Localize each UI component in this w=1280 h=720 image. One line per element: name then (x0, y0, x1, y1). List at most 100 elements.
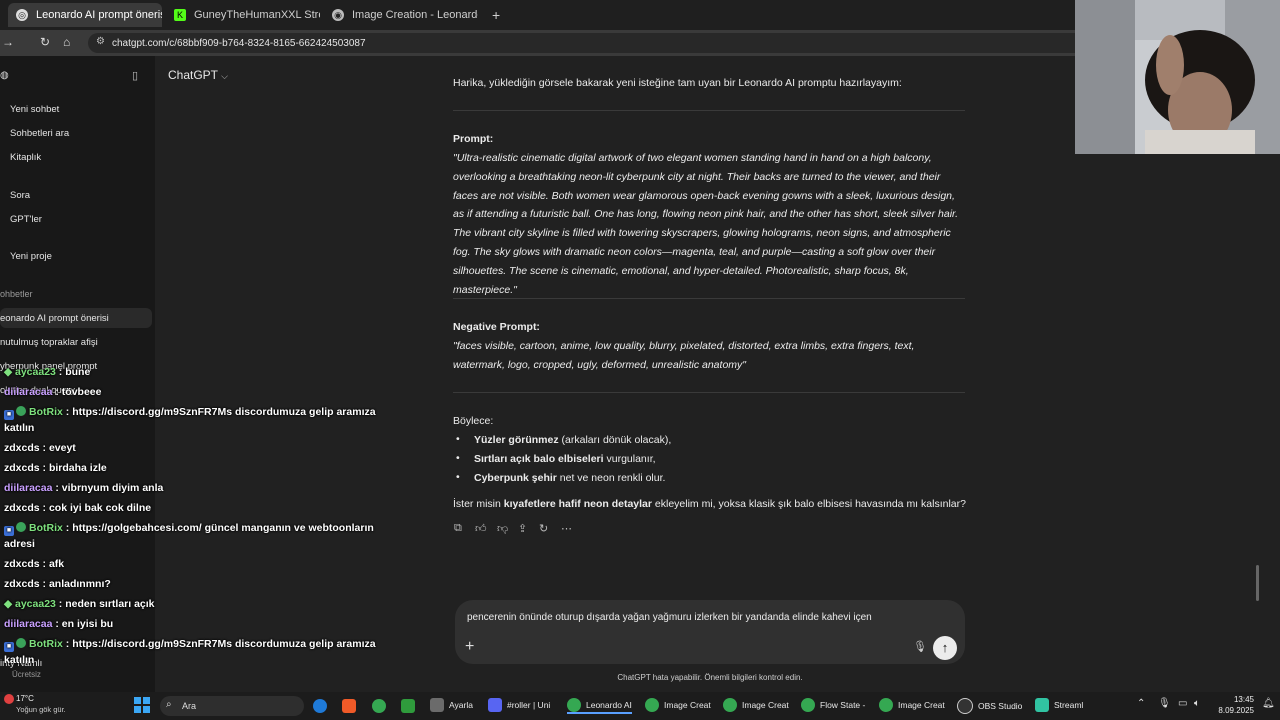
chat-message: zdxcds : birdaha izle (4, 462, 107, 474)
more-options-icon[interactable]: ⋯ (561, 522, 572, 535)
taskbar-app-image-creat[interactable]: Image Creat (879, 698, 945, 712)
chrome-icon[interactable] (372, 699, 386, 713)
clock-date[interactable]: 8.09.2025 (1204, 706, 1254, 715)
network-icon[interactable]: ▭ (1178, 698, 1187, 709)
forward-icon[interactable]: → (2, 35, 14, 49)
summary-label: Böylece: (453, 415, 494, 427)
xbox-icon[interactable] (401, 699, 415, 713)
chat-message: zdxcds : eveyt (4, 442, 76, 454)
chat-item[interactable]: nutulmuş topraklar afişi (0, 337, 98, 348)
openai-logo-icon[interactable]: ◍ (0, 70, 9, 81)
taskbar-app-obs[interactable]: OBS Studio (957, 698, 1022, 714)
scrollbar[interactable] (1256, 565, 1259, 601)
regenerate-icon[interactable]: ↻ (539, 522, 548, 535)
sidebar-toggle-icon[interactable]: ▯ (132, 69, 138, 82)
chat-item[interactable]: eonardo AI prompt önerisi (0, 313, 109, 324)
tab-stream[interactable]: K GuneyTheHumanXXL Stream - ✕ (166, 3, 320, 27)
chevron-down-icon: ⌵ (221, 71, 228, 81)
windows-start-icon[interactable] (134, 697, 150, 713)
sidebar-item-new-project[interactable]: Yeni proje (10, 251, 52, 262)
reload-icon[interactable]: ↻ (40, 35, 50, 49)
arrow-up-icon: ↑ (941, 640, 949, 655)
settings-icon (430, 698, 444, 712)
divider (453, 298, 965, 299)
negative-prompt-text: "faces visible, cartoon, anime, low qual… (453, 340, 915, 371)
microphone-icon[interactable]: 🎙︎ (913, 640, 927, 653)
chat-message: ◆ aycaa23 : neden sırtları açık (4, 598, 155, 610)
chat-message: ■ BotRix : https://discord.gg/m9SznFR7Ms … (4, 638, 376, 652)
new-tab-button[interactable]: + (484, 3, 504, 27)
taskbar-app-settings[interactable]: Ayarla (430, 698, 473, 712)
address-bar[interactable]: ⚙ chatgpt.com/c/68bbf909-b764-8324-8165-… (88, 33, 1088, 53)
sidebar-item-gpts[interactable]: GPT'ler (10, 214, 42, 225)
send-button[interactable]: ↑ (933, 636, 957, 660)
chat-message: diilaracaa : en iyisi bu (4, 618, 114, 630)
weather-desc: Yoğun gök gür. (16, 705, 66, 714)
assistant-intro: Harika, yüklediğin görsele bakarak yeni … (453, 77, 902, 89)
chrome-icon (567, 698, 581, 712)
chat-message: diilaracaa : vibrnyum diyim anla (4, 482, 164, 494)
divider (453, 392, 965, 393)
obs-icon (957, 698, 973, 714)
composer-input[interactable]: pencerenin önünde oturup dışarda yağan y… (467, 612, 872, 623)
chats-section-label: ohbetler (0, 289, 33, 299)
streamlabs-icon (1035, 698, 1049, 712)
sidebar-item-sora[interactable]: Sora (10, 190, 30, 201)
tray-chevron-icon[interactable]: ⌃ (1137, 698, 1145, 709)
tab-title: Leonardo AI prompt önerisi (36, 9, 162, 21)
model-selector[interactable]: ChatGPT ⌵ (168, 68, 228, 82)
chrome-icon (801, 698, 815, 712)
taskbar-app-streamlabs[interactable]: Streaml (1035, 698, 1083, 712)
leonardo-icon: ◉ (332, 9, 344, 21)
sidebar-item-new-chat[interactable]: Yeni sohbet (10, 104, 59, 115)
chat-message: zdxcds : anladınmnı? (4, 578, 111, 590)
sidebar-item-search-chats[interactable]: Sohbetleri ara (10, 128, 69, 139)
taskbar-search[interactable]: ⌕ Ara (160, 696, 304, 716)
chrome-icon (645, 698, 659, 712)
list-item: Yüzler görünmez (arkaları dönük olacak), (456, 433, 671, 446)
weather-icon (4, 694, 14, 704)
thumbs-up-icon[interactable]: 👍︎ (475, 522, 487, 535)
tab-leonardo-image[interactable]: ◉ Image Creation - Leonardo.Ai ✕ (324, 3, 478, 27)
list-item: Sırtları açık balo elbiseleri vurgulanır… (456, 452, 656, 465)
weather-temp: 17°C (16, 694, 34, 703)
taskbar-app-image-creat[interactable]: Image Creat (645, 698, 711, 712)
tab-title: GuneyTheHumanXXL Stream - (194, 9, 320, 21)
home-icon[interactable]: ⌂ (63, 35, 70, 49)
taskbar-app-flow-state[interactable]: Flow State - (801, 698, 865, 712)
kick-icon: K (174, 9, 186, 21)
volume-icon[interactable]: 🔈︎ (1194, 698, 1200, 709)
brave-icon[interactable] (342, 699, 356, 713)
chrome-icon (879, 698, 893, 712)
tab-leonardo-prompt[interactable]: ◎ Leonardo AI prompt önerisi ✕ (8, 3, 162, 27)
message-composer[interactable]: pencerenin önünde oturup dışarda yağan y… (455, 600, 965, 664)
site-info-icon[interactable]: ⚙ (96, 36, 105, 47)
taskbar-app-chrome-leonardo[interactable]: Leonardo AI (567, 698, 632, 714)
webcam-feed (1075, 0, 1280, 154)
model-label: ChatGPT (168, 68, 218, 82)
add-attachment-icon[interactable]: + (465, 638, 474, 656)
sidebar-item-library[interactable]: Kitaplık (10, 152, 41, 163)
notification-icon[interactable]: 🔔︎ (1262, 698, 1275, 709)
share-icon[interactable]: ⇪ (518, 522, 527, 535)
discord-icon (488, 698, 502, 712)
taskbar-app-discord[interactable]: #roller | Uni (488, 698, 550, 712)
disclaimer: ChatGPT hata yapabilir. Önemli bilgileri… (617, 673, 803, 682)
thumbs-down-icon[interactable]: 👎︎ (497, 522, 508, 535)
edge-icon[interactable] (313, 699, 327, 713)
clock-time[interactable]: 13:45 (1214, 695, 1254, 704)
copy-icon[interactable]: ⧉ (454, 522, 462, 535)
chat-message: zdxcds : afk (4, 558, 65, 570)
taskbar-app-image-creat[interactable]: Image Creat (723, 698, 789, 712)
chat-message: ■ BotRix : https://golgebahcesi.com/ günc… (4, 522, 374, 536)
chat-message: ◆ aycaa23 : bune (4, 366, 91, 378)
user-plan: Ücretsiz (12, 670, 41, 679)
microphone-icon[interactable]: 🎙︎ (1158, 698, 1171, 709)
search-icon: ⌕ (166, 699, 172, 710)
chat-message: diilaracaa : tövbeee (4, 386, 102, 398)
negative-prompt-label: Negative Prompt: (453, 321, 540, 333)
tab-title: Image Creation - Leonardo.Ai (352, 9, 478, 21)
prompt-label: Prompt: (453, 133, 494, 145)
webcam-overlay (1075, 0, 1280, 154)
chat-message-continuation: adresi (4, 538, 35, 550)
